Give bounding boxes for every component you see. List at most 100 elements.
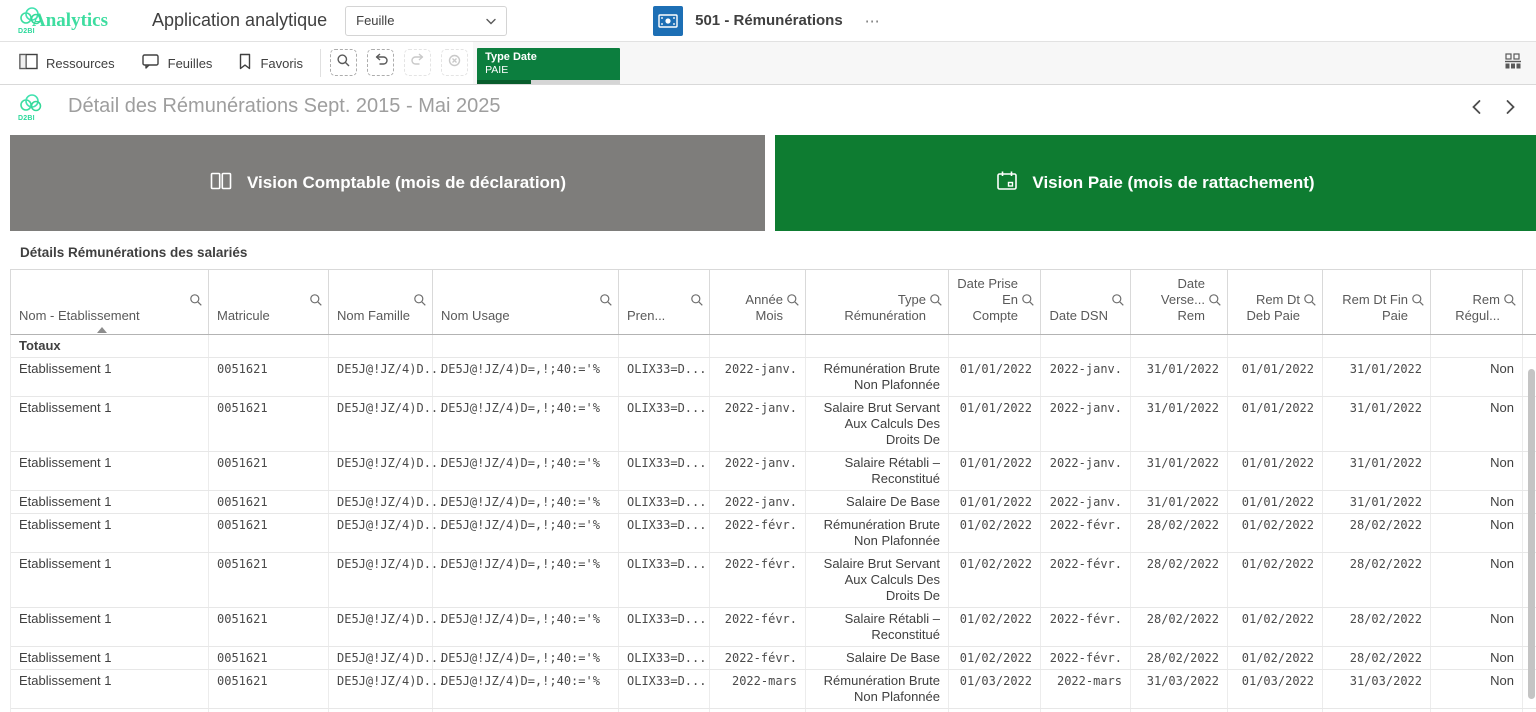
column-header-1[interactable]: Matricule	[209, 270, 329, 334]
table-cell[interactable]: OLIX33=D...	[619, 647, 710, 669]
tab-501-remunerations[interactable]: 501 - Rémunérations	[653, 6, 843, 36]
column-header-3[interactable]: Nom Usage	[433, 270, 619, 334]
step-back-button[interactable]	[367, 49, 394, 76]
table-cell[interactable]: 31/01/2022	[1131, 358, 1228, 396]
table-cell[interactable]: Rémunération Brute Non Plafonnée	[806, 358, 949, 396]
table-cell[interactable]: OLIX33=D...	[619, 491, 710, 513]
table-cell[interactable]: 2022-févr.	[1041, 514, 1131, 552]
table-cell[interactable]	[329, 335, 433, 357]
table-cell[interactable]: Non	[1431, 491, 1523, 513]
table-cell[interactable]: OLIX33=D...	[619, 670, 710, 708]
column-header-10[interactable]: Rem Dt Deb Paie	[1228, 270, 1323, 334]
column-header-9[interactable]: Date Verse... Rem	[1131, 270, 1228, 334]
table-cell[interactable]: 28/02/2022	[1131, 647, 1228, 669]
table-cell[interactable]: 01/01/2022	[1228, 358, 1323, 396]
column-search-icon[interactable]	[309, 293, 323, 307]
table-cell[interactable]: 28/02/2022	[1323, 608, 1431, 646]
table-cell[interactable]: 2022-janv.	[1041, 397, 1131, 451]
table-cell[interactable]: 2022-janv.	[1041, 452, 1131, 490]
table-cell[interactable]: 01/02/2022	[1228, 553, 1323, 607]
table-cell[interactable]: 28/02/2022	[1323, 647, 1431, 669]
table-cell[interactable]: 2022-févr.	[710, 647, 806, 669]
table-cell[interactable]: 2022-janv.	[710, 358, 806, 396]
table-cell[interactable]: 2022-janv.	[1041, 491, 1131, 513]
table-cell[interactable]: 31/01/2022	[1323, 452, 1431, 490]
column-header-11[interactable]: Rem Dt Fin Paie	[1323, 270, 1431, 334]
column-search-icon[interactable]	[690, 293, 704, 307]
table-cell[interactable]: 2022-févr.	[710, 553, 806, 607]
table-cell[interactable]	[710, 335, 806, 357]
table-cell[interactable]: OLIX33=D...	[619, 397, 710, 451]
table-cell[interactable]: Totaux	[11, 335, 209, 357]
table-cell[interactable]: Non	[1431, 397, 1523, 451]
column-search-icon[interactable]	[599, 293, 613, 307]
table-cell[interactable]	[619, 335, 710, 357]
table-cell[interactable]: Non	[1431, 608, 1523, 646]
table-cell[interactable]	[806, 335, 949, 357]
column-search-icon[interactable]	[189, 293, 203, 307]
column-header-12[interactable]: Rem Régul...	[1431, 270, 1523, 334]
table-cell[interactable]: Etablissement 1	[11, 358, 209, 396]
column-search-icon[interactable]	[413, 293, 427, 307]
table-cell[interactable]: 31/03/2022	[1323, 670, 1431, 708]
column-search-icon[interactable]	[1208, 293, 1222, 307]
table-cell[interactable]: 0051621	[209, 670, 329, 708]
bookmarks-button[interactable]: Favoris	[225, 42, 316, 84]
table-cell[interactable]: 31/01/2022	[1323, 358, 1431, 396]
table-cell[interactable]: Salaire Rétabli – Reconstitué	[806, 452, 949, 490]
table-cell[interactable]: OLIX33=D...	[619, 452, 710, 490]
table-cell[interactable]: 2022-janv.	[710, 397, 806, 451]
table-cell[interactable]: 2022-févr.	[710, 608, 806, 646]
column-header-4[interactable]: Pren...	[619, 270, 710, 334]
resources-button[interactable]: Ressources	[6, 42, 128, 84]
table-cell[interactable]: 01/02/2022	[949, 647, 1041, 669]
table-cell[interactable]: 28/02/2022	[1131, 553, 1228, 607]
table-cell[interactable]: 31/01/2022	[1323, 491, 1431, 513]
table-cell[interactable]: 0051621	[209, 553, 329, 607]
table-cell[interactable]: Non	[1431, 553, 1523, 607]
table-cell[interactable]: 01/01/2022	[1228, 397, 1323, 451]
table-cell[interactable]: DE5J@!JZ/4)D=,!;40:='%	[433, 553, 619, 607]
table-cell[interactable]: DE5J@!JZ/4)D=,!;40:='%	[433, 670, 619, 708]
column-search-icon[interactable]	[786, 293, 800, 307]
table-cell[interactable]: DE5J@!JZ/4)D=,!;40:='%	[433, 358, 619, 396]
table-cell[interactable]: DE5J@!JZ/4)D...	[329, 670, 433, 708]
table-cell[interactable]: 0051621	[209, 514, 329, 552]
table-cell[interactable]: DE5J@!JZ/4)D=,!;40:='%	[433, 514, 619, 552]
table-cell[interactable]: DE5J@!JZ/4)D...	[329, 491, 433, 513]
scrollbar-thumb[interactable]	[1528, 369, 1535, 699]
table-cell[interactable]: 2022-févr.	[1041, 647, 1131, 669]
table-cell[interactable]: Non	[1431, 514, 1523, 552]
table-cell[interactable]: 01/01/2022	[949, 491, 1041, 513]
table-cell[interactable]: Non	[1431, 647, 1523, 669]
column-header-7[interactable]: Date Prise En Compte	[949, 270, 1041, 334]
table-cell[interactable]: DE5J@!JZ/4)D=,!;40:='%	[433, 397, 619, 451]
table-cell[interactable]	[1323, 335, 1431, 357]
table-cell[interactable]: Non	[1431, 358, 1523, 396]
table-cell[interactable]: Etablissement 1	[11, 397, 209, 451]
table-cell[interactable]: 28/02/2022	[1131, 514, 1228, 552]
column-header-2[interactable]: Nom Famille	[329, 270, 433, 334]
table-cell[interactable]: 0051621	[209, 608, 329, 646]
table-cell[interactable]: DE5J@!JZ/4)D...	[329, 553, 433, 607]
table-cell[interactable]: DE5J@!JZ/4)D=,!;40:='%	[433, 608, 619, 646]
table-cell[interactable]: Salaire Brut Servant Aux Calculs Des Dro…	[806, 397, 949, 451]
table-cell[interactable]: OLIX33=D...	[619, 358, 710, 396]
table-cell[interactable]: 0051621	[209, 647, 329, 669]
table-cell[interactable]: 28/02/2022	[1323, 553, 1431, 607]
table-cell[interactable]: 2022-févr.	[1041, 608, 1131, 646]
table-cell[interactable]: Etablissement 1	[11, 452, 209, 490]
vision-paie-button[interactable]: Vision Paie (mois de rattachement)	[775, 135, 1536, 231]
previous-sheet-button[interactable]	[1464, 95, 1488, 119]
column-search-icon[interactable]	[929, 293, 943, 307]
table-cell[interactable]: 2022-janv.	[1041, 358, 1131, 396]
table-cell[interactable]	[1228, 335, 1323, 357]
column-search-icon[interactable]	[1303, 293, 1317, 307]
table-cell[interactable]	[949, 335, 1041, 357]
tab-options-button[interactable]: ⋯	[859, 8, 888, 34]
table-cell[interactable]: DE5J@!JZ/4)D=,!;40:='%	[433, 452, 619, 490]
table-cell[interactable]: Non	[1431, 670, 1523, 708]
column-header-8[interactable]: Date DSN	[1041, 270, 1131, 334]
table-cell[interactable]: 0051621	[209, 491, 329, 513]
sheet-selector-dropdown[interactable]: Feuille	[345, 6, 507, 36]
